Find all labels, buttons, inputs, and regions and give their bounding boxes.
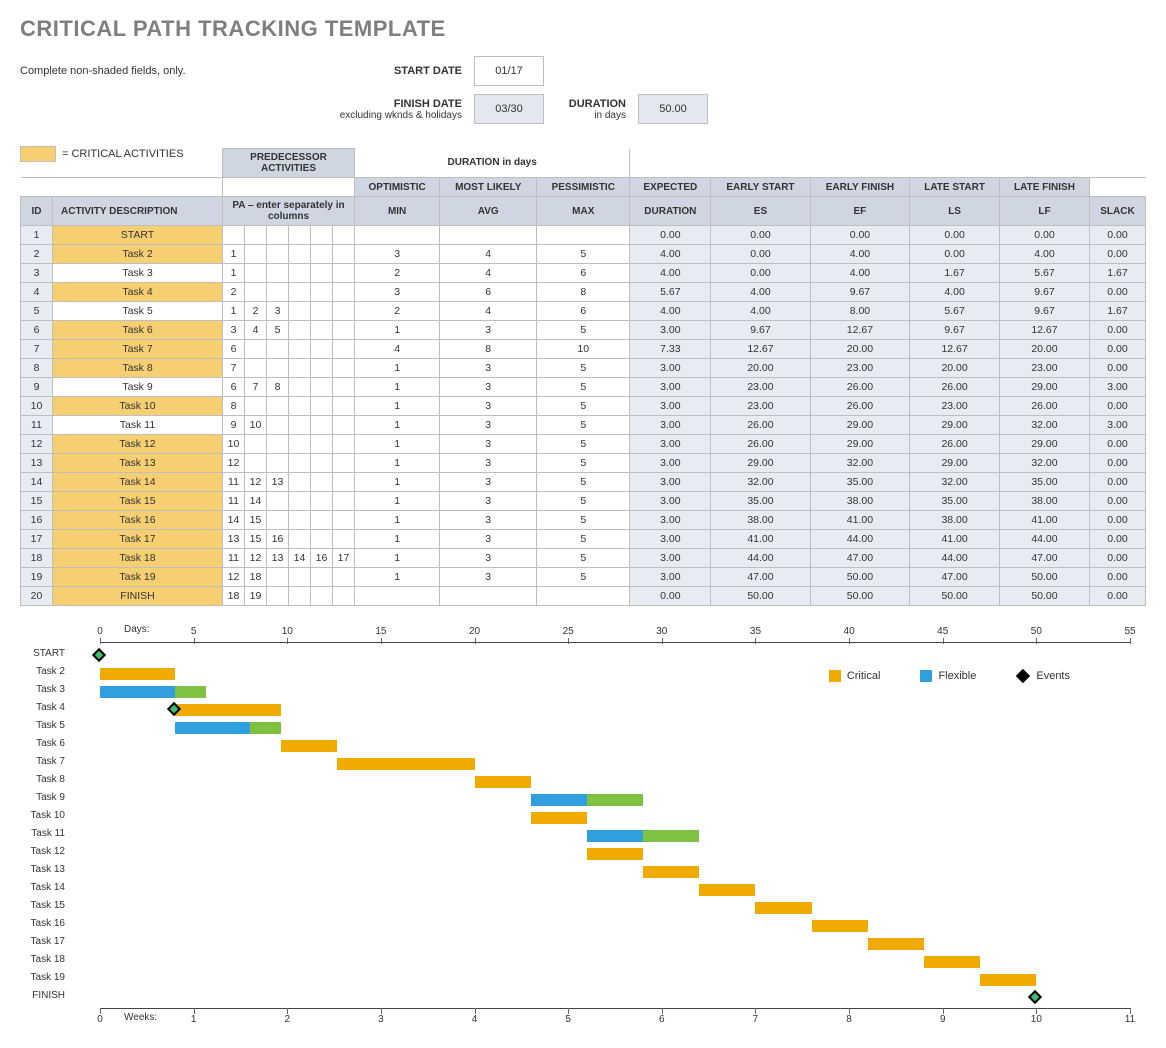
col-mostlikely: MOST LIKELY <box>440 178 537 197</box>
gantt-row: Task 15 <box>70 898 1130 916</box>
start-date-field[interactable]: 01/17 <box>474 56 544 86</box>
col-lf: LF <box>999 197 1089 226</box>
col-max: MAX <box>537 197 630 226</box>
col-latefinish: LATE FINISH <box>999 178 1089 197</box>
table-row: 8Task 871353.0020.0023.0020.0023.000.00 <box>21 359 1146 378</box>
col-ls: LS <box>910 197 1000 226</box>
table-row: 4Task 423685.674.009.674.009.670.00 <box>21 283 1146 302</box>
gantt-row: Task 14 <box>70 880 1130 898</box>
duration-field: 50.00 <box>638 94 708 124</box>
gantt-row: Task 3 <box>70 682 1130 700</box>
gantt-row: Task 7 <box>70 754 1130 772</box>
cpm-table: PREDECESSOR ACTIVITIES DURATION in days … <box>20 148 1146 606</box>
col-optimistic: OPTIMISTIC <box>355 178 440 197</box>
table-row: 19Task 1912181353.0047.0050.0047.0050.00… <box>21 568 1146 587</box>
col-id: ID <box>21 197 53 226</box>
col-expected: EXPECTED <box>630 178 711 197</box>
gantt-row: Task 13 <box>70 862 1130 880</box>
col-pa-group: PREDECESSOR ACTIVITIES <box>223 149 355 178</box>
table-row: 20FINISH18190.0050.0050.0050.0050.000.00 <box>21 587 1146 606</box>
start-date-label: START DATE <box>392 65 462 77</box>
col-desc: ACTIVITY DESCRIPTION <box>53 197 223 226</box>
table-row: 9Task 96781353.0023.0026.0026.0029.003.0… <box>21 378 1146 397</box>
col-min: MIN <box>355 197 440 226</box>
table-row: 17Task 171315161353.0041.0044.0041.0044.… <box>21 530 1146 549</box>
table-row: 7Task 7648107.3312.6720.0012.6720.000.00 <box>21 340 1146 359</box>
table-row: 18Task 181112131416171353.0044.0047.0044… <box>21 549 1146 568</box>
col-avg: AVG <box>440 197 537 226</box>
finish-date-label: FINISH DATE <box>392 98 462 110</box>
table-row: 1START0.000.000.000.000.000.00 <box>21 226 1146 245</box>
col-earlyfinish: EARLY FINISH <box>810 178 910 197</box>
col-es: ES <box>711 197 810 226</box>
col-pessimistic: PESSIMISTIC <box>537 178 630 197</box>
table-row: 14Task 141112131353.0032.0035.0032.0035.… <box>21 473 1146 492</box>
gantt-row: Task 8 <box>70 772 1130 790</box>
table-row: 2Task 213454.000.004.000.004.000.00 <box>21 245 1146 264</box>
table-row: 11Task 119101353.0026.0029.0029.0032.003… <box>21 416 1146 435</box>
table-row: 16Task 1614151353.0038.0041.0038.0041.00… <box>21 511 1146 530</box>
table-row: 13Task 13121353.0029.0032.0029.0032.000.… <box>21 454 1146 473</box>
gantt-row: Task 12 <box>70 844 1130 862</box>
gantt-row: Task 9 <box>70 790 1130 808</box>
col-pa-sub: PA – enter separately in columns <box>223 197 355 226</box>
table-row: 3Task 312464.000.004.001.675.671.67 <box>21 264 1146 283</box>
table-row: 5Task 51232464.004.008.005.679.671.67 <box>21 302 1146 321</box>
duration-sublabel: in days <box>556 110 626 121</box>
col-slack: SLACK <box>1089 197 1145 226</box>
col-earlystart: EARLY START <box>711 178 810 197</box>
critical-legend-swatch <box>20 146 56 162</box>
col-ef: EF <box>810 197 910 226</box>
finish-date-field: 03/30 <box>474 94 544 124</box>
gantt-row: Task 5 <box>70 718 1130 736</box>
gantt-row: Task 18 <box>70 952 1130 970</box>
gantt-chart: Days: 0510152025303540455055 STARTTask 2… <box>70 626 1130 1030</box>
duration-label: DURATION <box>556 98 626 110</box>
finish-date-sublabel: excluding wknds & holidays <box>302 110 462 121</box>
gantt-row: Task 19 <box>70 970 1130 988</box>
gantt-row: Task 6 <box>70 736 1130 754</box>
gantt-legend: Critical Flexible Events <box>829 670 1070 682</box>
col-latestart: LATE START <box>910 178 1000 197</box>
gantt-row: Task 11 <box>70 826 1130 844</box>
table-row: 6Task 63451353.009.6712.679.6712.670.00 <box>21 321 1146 340</box>
col-duration: DURATION <box>630 197 711 226</box>
gantt-row: Task 10 <box>70 808 1130 826</box>
gantt-row: Task 16 <box>70 916 1130 934</box>
page-title: CRITICAL PATH TRACKING TEMPLATE <box>20 16 1146 42</box>
table-row: 10Task 1081353.0023.0026.0023.0026.000.0… <box>21 397 1146 416</box>
table-row: 12Task 12101353.0026.0029.0026.0029.000.… <box>21 435 1146 454</box>
gantt-row: FINISH <box>70 988 1130 1006</box>
critical-legend-label: = CRITICAL ACTIVITIES <box>62 148 184 160</box>
gantt-row: START <box>70 646 1130 664</box>
gantt-row: Task 4 <box>70 700 1130 718</box>
gantt-row: Task 17 <box>70 934 1130 952</box>
instruction-text: Complete non-shaded fields, only. <box>20 65 380 77</box>
table-row: 15Task 1511141353.0035.0038.0035.0038.00… <box>21 492 1146 511</box>
